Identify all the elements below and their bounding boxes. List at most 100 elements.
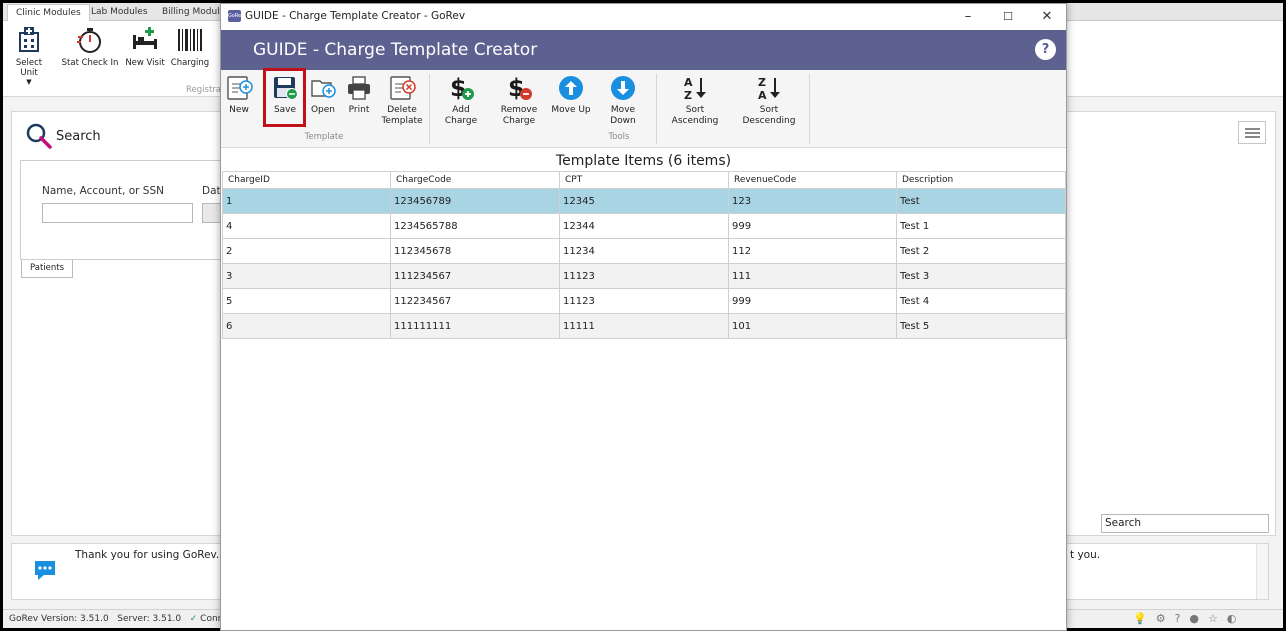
search-title: Search xyxy=(56,129,101,144)
select-unit-label: Select Unit xyxy=(15,58,43,78)
cell-description[interactable]: Test 3 xyxy=(896,263,1066,289)
column-header-description[interactable]: Description xyxy=(896,171,1066,189)
help-button[interactable]: ? xyxy=(1035,39,1056,60)
cell-description[interactable]: Test xyxy=(896,188,1066,214)
cell-chargeid[interactable]: 5 xyxy=(222,288,391,314)
message-scrollbar[interactable] xyxy=(1256,544,1268,599)
table-row[interactable]: 3 111234567 11123 111 Test 3 xyxy=(222,263,1066,289)
star-icon[interactable]: ☆ xyxy=(1208,611,1218,627)
cell-cpt[interactable]: 11111 xyxy=(559,313,729,339)
cell-chargecode[interactable]: 112234567 xyxy=(390,288,560,314)
barcode-icon xyxy=(178,29,202,51)
cell-cpt[interactable]: 11123 xyxy=(559,288,729,314)
header-title: GUIDE - Charge Template Creator xyxy=(253,40,538,60)
open-button[interactable]: Open xyxy=(308,74,338,116)
chat-bubble-icon xyxy=(35,561,55,580)
move-down-button[interactable]: Move Down xyxy=(597,74,649,127)
ribbon-group-label: Registra xyxy=(186,85,221,95)
move-up-button[interactable]: Move Up xyxy=(551,74,591,116)
cell-chargecode[interactable]: 111234567 xyxy=(390,263,560,289)
remove-charge-button[interactable]: $ Remove Charge xyxy=(497,74,541,127)
charging-label: Charging xyxy=(170,58,210,68)
remove-charge-label-2: Charge xyxy=(502,116,536,126)
table-row[interactable]: 4 1234565788 12344 999 Test 1 xyxy=(222,213,1066,239)
tab-lab-modules[interactable]: Lab Modules xyxy=(83,4,156,21)
lightbulb-icon[interactable]: 💡 xyxy=(1133,611,1147,627)
table-row[interactable]: 2 112345678 11234 112 Test 2 xyxy=(222,238,1066,264)
table-row[interactable]: 5 112234567 11123 999 Test 4 xyxy=(222,288,1066,314)
printer-icon xyxy=(348,76,370,100)
svg-text:A: A xyxy=(684,76,693,89)
select-unit-button[interactable]: Select Unit ▼ xyxy=(7,25,51,86)
status-text: GoRev Version: 3.51.0 Server: 3.51.0 ✓ C… xyxy=(9,610,223,628)
cell-revenuecode[interactable]: 123 xyxy=(728,188,897,214)
sort-ascending-button[interactable]: A Z Sort Ascending xyxy=(662,74,728,127)
message-text-end: t you. xyxy=(1070,549,1101,561)
cell-chargecode[interactable]: 1234565788 xyxy=(390,213,560,239)
cell-chargeid[interactable]: 6 xyxy=(222,313,391,339)
cell-cpt[interactable]: 12345 xyxy=(559,188,729,214)
new-button[interactable]: New xyxy=(224,74,254,116)
delete-template-button[interactable]: Delete Template xyxy=(381,74,423,127)
column-header-chargeid[interactable]: ChargeID xyxy=(222,171,391,189)
menu-icon[interactable] xyxy=(1238,121,1266,144)
cell-chargecode[interactable]: 112345678 xyxy=(390,238,560,264)
tab-patients[interactable]: Patients xyxy=(21,260,74,278)
version-text: GoRev Version: 3.51.0 xyxy=(9,614,109,624)
charging-button[interactable]: Charging xyxy=(170,25,210,68)
dropdown-arrow-icon: ▼ xyxy=(26,78,32,86)
color-wheel-icon[interactable]: ◐ xyxy=(1227,611,1237,627)
help-icon[interactable]: ? xyxy=(1175,611,1181,627)
tools-group-label: Tools xyxy=(608,132,630,142)
maximize-button[interactable]: ☐ xyxy=(990,7,1026,27)
column-header-revenuecode[interactable]: RevenueCode xyxy=(728,171,897,189)
add-charge-button[interactable]: $ Add Charge xyxy=(435,74,487,127)
delete-document-icon xyxy=(390,76,416,100)
cell-chargeid[interactable]: 4 xyxy=(222,213,391,239)
bug-icon[interactable]: ● xyxy=(1189,611,1199,627)
cell-cpt[interactable]: 11123 xyxy=(559,263,729,289)
tab-clinic-modules[interactable]: Clinic Modules xyxy=(7,4,90,21)
table-row[interactable]: 6 111111111 11111 101 Test 5 xyxy=(222,313,1066,339)
gear-icon[interactable]: ⚙ xyxy=(1156,611,1166,627)
cell-description[interactable]: Test 2 xyxy=(896,238,1066,264)
template-items-grid: ChargeID ChargeCode CPT RevenueCode Desc… xyxy=(222,171,1066,339)
cell-chargecode[interactable]: 123456789 xyxy=(390,188,560,214)
cell-revenuecode[interactable]: 999 xyxy=(728,288,897,314)
cell-revenuecode[interactable]: 999 xyxy=(728,213,897,239)
cell-description[interactable]: Test 5 xyxy=(896,313,1066,339)
move-up-label: Move Up xyxy=(551,105,591,115)
remove-charge-label-1: Remove xyxy=(500,105,538,115)
grid-search-input[interactable]: Search xyxy=(1101,514,1269,533)
print-button[interactable]: Print xyxy=(344,74,374,116)
sort-ascending-icon: A Z xyxy=(684,76,706,102)
cell-chargeid[interactable]: 1 xyxy=(222,188,391,214)
cell-revenuecode[interactable]: 112 xyxy=(728,238,897,264)
sort-descending-button[interactable]: Z A Sort Descending xyxy=(733,74,805,127)
cell-chargecode[interactable]: 111111111 xyxy=(390,313,560,339)
cell-chargeid[interactable]: 2 xyxy=(222,238,391,264)
cell-revenuecode[interactable]: 111 xyxy=(728,263,897,289)
remove-dollar-icon: $ xyxy=(508,74,532,102)
arrow-down-icon xyxy=(611,76,635,100)
search-icon xyxy=(26,123,52,149)
column-header-cpt[interactable]: CPT xyxy=(559,171,729,189)
cell-chargeid[interactable]: 3 xyxy=(222,263,391,289)
cell-description[interactable]: Test 4 xyxy=(896,288,1066,314)
search-input[interactable] xyxy=(42,203,193,223)
toolbar-separator xyxy=(809,74,810,144)
dialog-titlebar[interactable]: GoRev GUIDE - Charge Template Creator - … xyxy=(221,4,1066,30)
stat-check-in-button[interactable]: Stat Check In xyxy=(61,25,119,68)
new-visit-button[interactable]: New Visit xyxy=(125,25,165,68)
column-header-chargecode[interactable]: ChargeCode xyxy=(390,171,560,189)
cell-revenuecode[interactable]: 101 xyxy=(728,313,897,339)
table-row[interactable]: 1 123456789 12345 123 Test xyxy=(222,188,1066,214)
cell-cpt[interactable]: 12344 xyxy=(559,213,729,239)
close-button[interactable]: ✕ xyxy=(1029,7,1065,27)
minimize-button[interactable]: – xyxy=(950,7,986,27)
server-text: Server: 3.51.0 xyxy=(117,614,182,624)
cell-cpt[interactable]: 11234 xyxy=(559,238,729,264)
new-visit-label: New Visit xyxy=(125,58,165,68)
cell-description[interactable]: Test 1 xyxy=(896,213,1066,239)
search-criteria-box: Name, Account, or SSN Date xyxy=(20,160,250,260)
